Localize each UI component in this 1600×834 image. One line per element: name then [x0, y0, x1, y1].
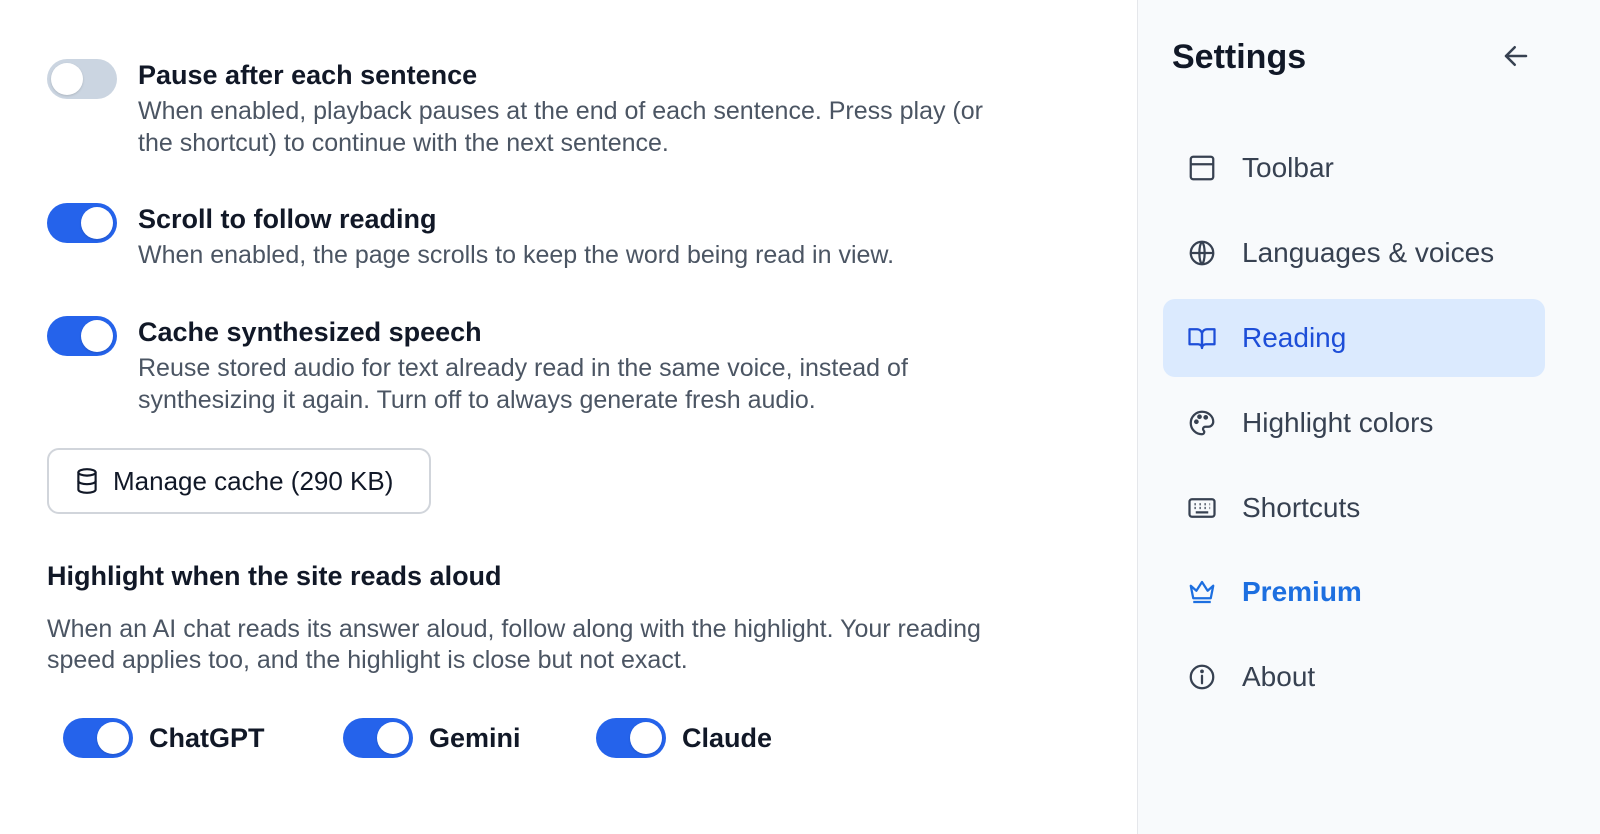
description-line: When enabled, the page scrolls to keep t… — [138, 241, 895, 269]
site-label: ChatGPT — [149, 722, 265, 753]
manage-cache-button[interactable]: Manage cache (290 KB) — [47, 448, 431, 514]
sidebar-item-languages[interactable]: Languages & voices — [1163, 214, 1545, 292]
sidebar-item-about[interactable]: About — [1163, 638, 1545, 716]
toggle-knob — [81, 207, 113, 239]
description-line: When enabled, playback pauses at the end… — [138, 97, 983, 125]
palette-icon — [1186, 407, 1218, 439]
setting-text: Cache synthesized speech Reuse stored au… — [138, 316, 1087, 416]
manage-cache-label: Manage cache (290 KB) — [113, 465, 394, 496]
sidebar-item-label: Reading — [1242, 322, 1347, 353]
setting-text: Pause after each sentence When enabled, … — [138, 59, 1087, 159]
description-line: Reuse stored audio for text already read… — [138, 354, 908, 382]
scroll-follow-toggle[interactable] — [47, 203, 117, 243]
sidebar-item-label: Highlight colors — [1242, 407, 1434, 438]
sidebar-item-label: Languages & voices — [1242, 237, 1495, 268]
highlight-section-title: Highlight when the site reads aloud — [47, 561, 502, 591]
site-toggle-chatgpt: ChatGPT — [63, 718, 265, 758]
setting-title: Pause after each sentence — [138, 60, 478, 90]
claude-toggle[interactable] — [596, 718, 666, 758]
reading-settings-panel: Pause after each sentence When enabled, … — [0, 0, 1137, 834]
crown-icon — [1186, 576, 1218, 608]
setting-text: Scroll to follow reading When enabled, t… — [138, 203, 1087, 271]
app: Pause after each sentence When enabled, … — [0, 0, 1600, 834]
sidebar-item-shortcuts[interactable]: Shortcuts — [1163, 469, 1545, 547]
description-line: When an AI chat reads its answer aloud, … — [47, 615, 981, 643]
toolbar-icon — [1186, 152, 1218, 184]
setting-title: Cache synthesized speech — [138, 317, 482, 347]
description-line: speed applies too, and the highlight is … — [47, 646, 688, 674]
site-toggle-claude: Claude — [596, 718, 772, 758]
sidebar-item-reading[interactable]: Reading — [1163, 299, 1545, 377]
setting-description: Reuse stored audio for text already read… — [138, 352, 1087, 416]
arrow-left-icon — [1501, 41, 1531, 76]
toggle-knob — [97, 722, 129, 754]
pause-after-sentence-toggle[interactable] — [47, 59, 117, 99]
setting-description: When enabled, playback pauses at the end… — [138, 95, 1087, 159]
sidebar-item-highlight-colors[interactable]: Highlight colors — [1163, 384, 1545, 462]
site-label: Claude — [682, 722, 773, 753]
sidebar-title: Settings — [1172, 38, 1307, 76]
sidebar-item-label: Toolbar — [1242, 152, 1334, 183]
sidebar-item-toolbar[interactable]: Toolbar — [1163, 129, 1545, 207]
sidebar-item-label: Shortcuts — [1242, 492, 1361, 523]
toggle-knob — [377, 722, 409, 754]
toggle-knob — [51, 63, 83, 95]
chatgpt-toggle[interactable] — [63, 718, 133, 758]
gemini-toggle[interactable] — [343, 718, 413, 758]
database-icon — [73, 467, 101, 495]
highlight-section-description: When an AI chat reads its answer aloud, … — [47, 614, 1097, 676]
settings-sidebar: Settings Toolbar Languages & voices Read… — [1137, 0, 1600, 834]
toggle-knob — [81, 320, 113, 352]
setting-description: When enabled, the page scrolls to keep t… — [138, 239, 1087, 271]
keyboard-icon — [1186, 492, 1218, 524]
sidebar-item-premium[interactable]: Premium — [1163, 553, 1545, 631]
cache-speech-toggle[interactable] — [47, 316, 117, 356]
site-toggle-gemini: Gemini — [343, 718, 521, 758]
sidebar-item-label: Premium — [1242, 576, 1362, 607]
back-button[interactable] — [1498, 40, 1534, 76]
description-line: the shortcut) to continue with the next … — [138, 129, 669, 157]
setting-title: Scroll to follow reading — [138, 204, 437, 234]
sidebar-item-label: About — [1242, 661, 1316, 692]
book-icon — [1186, 322, 1218, 354]
toggle-knob — [630, 722, 662, 754]
description-line: synthesizing it again. Turn off to alway… — [138, 386, 816, 414]
site-label: Gemini — [429, 722, 521, 753]
globe-icon — [1186, 237, 1218, 269]
info-icon — [1186, 661, 1218, 693]
